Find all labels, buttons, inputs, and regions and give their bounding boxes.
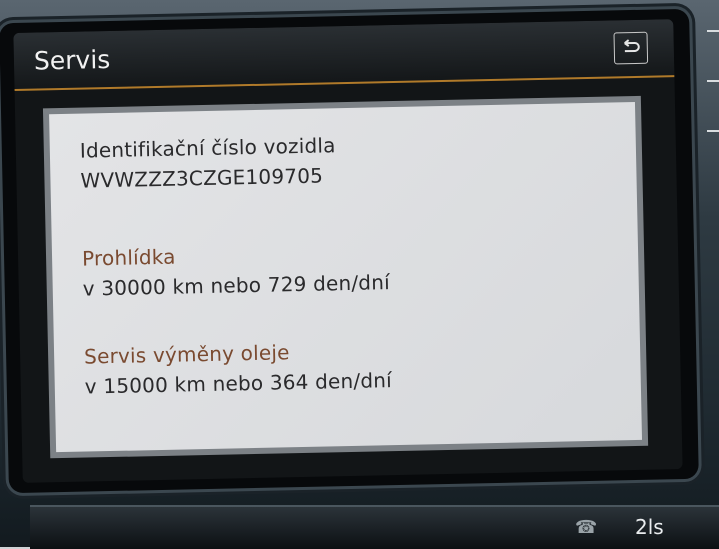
vin-section: Identifikační číslo vozidla WVWZZZ3CZGE1… [80,130,337,195]
console-strip: ☎ 2ls [30,505,719,549]
console-button[interactable]: 2ls [635,515,664,539]
phone-icon[interactable]: ☎ [575,517,597,538]
return-arrow-icon [624,39,640,53]
service-info-panel: Identifikační číslo vozidla WVWZZZ3CZGE1… [42,95,649,459]
page-title: Servis [33,44,111,76]
vin-value: WVWZZZ3CZGE109705 [80,163,324,193]
screen-header: Servis [13,19,675,91]
oil-service-value: v 15000 km nebo 364 den/dní [84,368,393,399]
display-bezel: Servis Identifikační číslo vozidla WVWZZ… [0,8,699,494]
infotainment-screen: Servis Identifikační číslo vozidla WVWZZ… [13,19,683,483]
back-button[interactable] [613,31,649,65]
inspection-value: v 30000 km nebo 729 den/dní [82,270,391,301]
bezel-ticks [707,30,719,180]
oil-service-section: Servis výměny oleje v 15000 km nebo 364 … [84,335,392,401]
inspection-section: Prohlídka v 30000 km nebo 729 den/dní [82,237,390,303]
